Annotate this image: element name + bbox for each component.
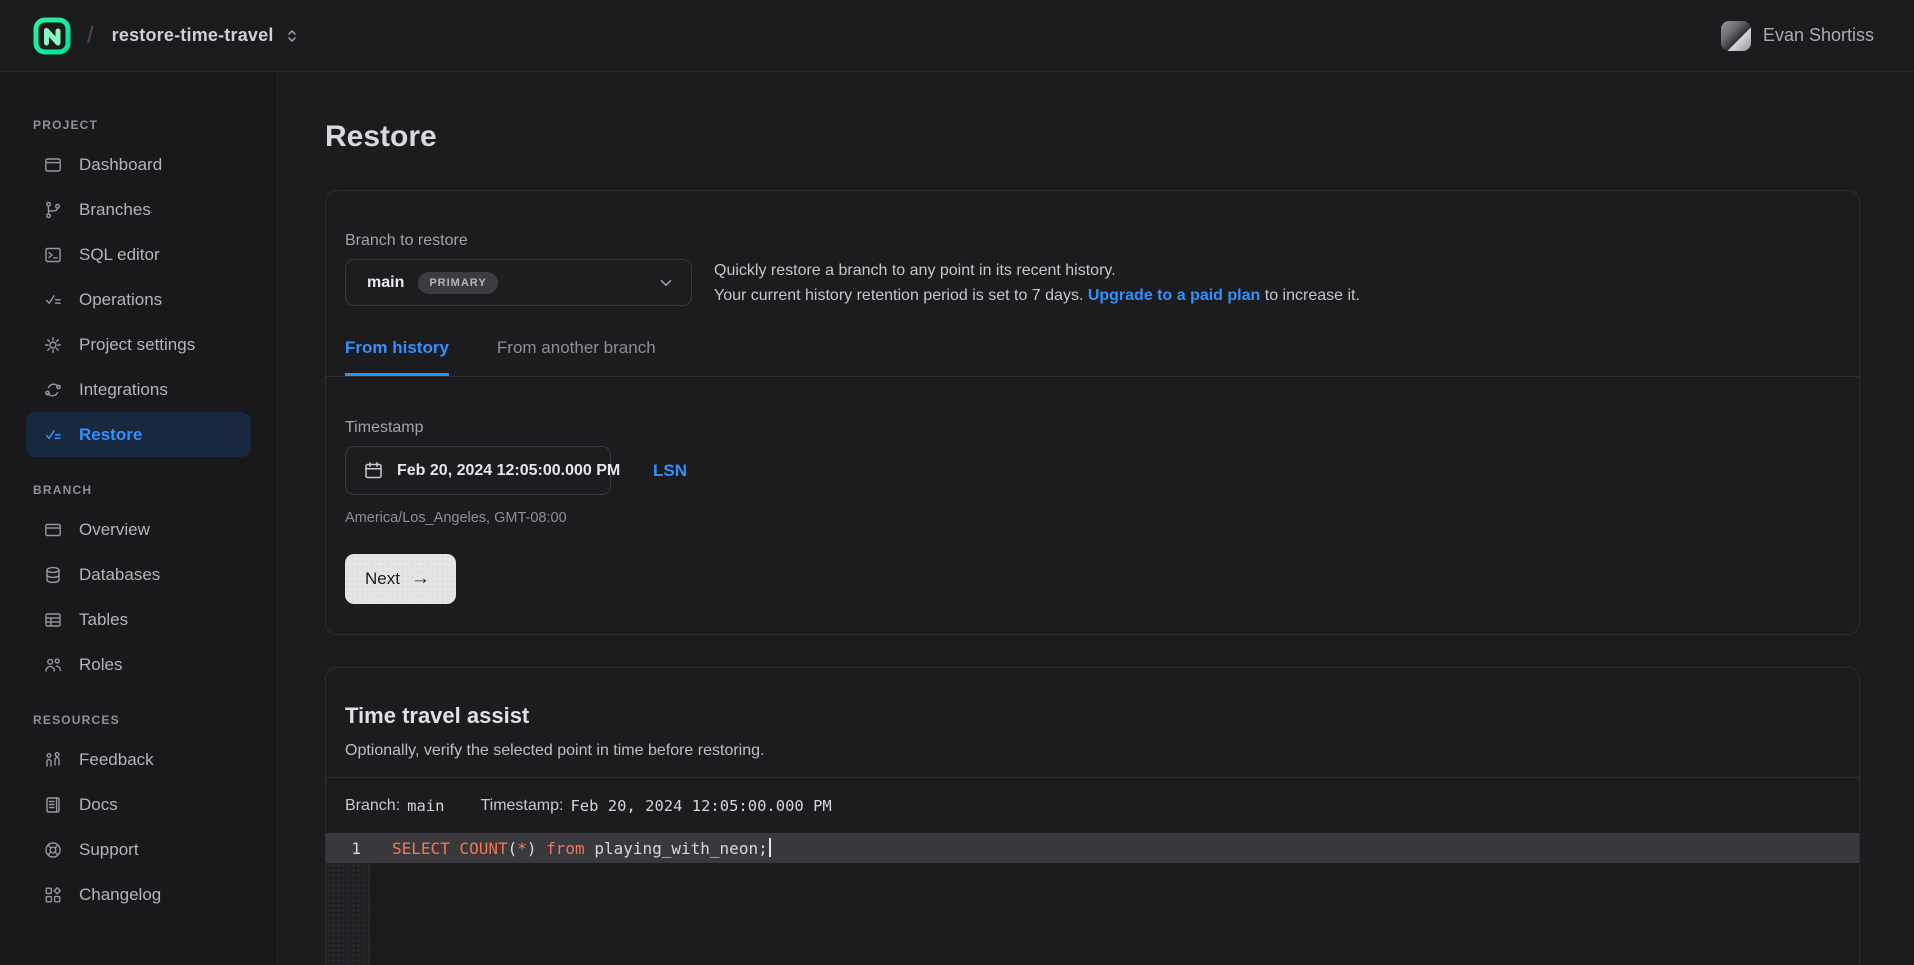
timezone-note: America/Los_Angeles, GMT-08:00 [345, 510, 1839, 526]
sql-query-editor[interactable]: 1 SELECT COUNT(*) from playing_with_neon… [326, 833, 1859, 965]
docs-icon [43, 795, 63, 815]
tab-from-another-branch[interactable]: From another branch [497, 338, 656, 376]
dashboard-icon [43, 155, 63, 175]
sidebar-item-feedback[interactable]: Feedback [26, 737, 251, 782]
timestamp-input[interactable]: Feb 20, 2024 12:05:00.000 PM [345, 446, 611, 495]
assist-timestamp-value: Feb 20, 2024 12:05:00.000 PM [570, 797, 831, 815]
sql-editor-icon [43, 245, 63, 265]
assist-branch-value: main [407, 797, 444, 815]
sidebar-section-resources: RESOURCES [33, 713, 277, 727]
description-line2-suffix: to increase it. [1260, 287, 1360, 304]
line-number: 1 [326, 839, 370, 858]
sidebar-item-integrations[interactable]: Integrations [26, 367, 251, 412]
sidebar-item-label: Databases [79, 565, 160, 585]
feedback-icon [43, 750, 63, 770]
operations-icon [43, 290, 63, 310]
timestamp-label: Timestamp [345, 419, 1839, 437]
primary-badge: PRIMARY [418, 272, 497, 294]
restore-tabs: From history From another branch [326, 338, 1859, 377]
gear-icon [43, 335, 63, 355]
sidebar-section-project: PROJECT [33, 118, 277, 132]
editor-empty-area[interactable] [326, 863, 1859, 965]
sidebar-item-changelog[interactable]: Changelog [26, 872, 251, 917]
sidebar-item-label: Overview [79, 520, 150, 540]
sidebar-item-project-settings[interactable]: Project settings [26, 322, 251, 367]
user-menu[interactable]: Evan Shortiss [1721, 21, 1874, 51]
sidebar-item-restore[interactable]: Restore [26, 412, 251, 457]
sidebar-item-label: SQL editor [79, 245, 160, 265]
branch-to-restore-label: Branch to restore [345, 232, 692, 250]
branch-select[interactable]: main PRIMARY [345, 259, 692, 306]
sidebar-section-branch: BRANCH [33, 483, 277, 497]
table-icon [43, 610, 63, 630]
restore-description: Quickly restore a branch to any point in… [714, 258, 1360, 308]
sidebar-item-sql-editor[interactable]: SQL editor [26, 232, 251, 277]
project-switcher-icon[interactable] [284, 26, 300, 46]
sidebar-item-label: Tables [79, 610, 128, 630]
restore-card: Branch to restore main PRIMARY Quickly r… [325, 190, 1860, 635]
sidebar-item-label: Operations [79, 290, 162, 310]
next-button-label: Next [365, 569, 400, 589]
chevron-down-icon [657, 274, 675, 292]
description-line2: Your current history retention period is… [714, 283, 1360, 308]
calendar-icon [363, 460, 384, 481]
timestamp-value: Feb 20, 2024 12:05:00.000 PM [397, 462, 620, 480]
sidebar-item-support[interactable]: Support [26, 827, 251, 872]
text-cursor [769, 838, 771, 857]
sidebar-item-label: Roles [79, 655, 122, 675]
branch-select-value: main [367, 274, 404, 292]
avatar [1721, 21, 1751, 51]
lsn-link[interactable]: LSN [653, 461, 687, 481]
editor-gutter [326, 863, 370, 965]
sidebar-item-label: Restore [79, 425, 142, 445]
topbar: / restore-time-travel Evan Shortiss [0, 0, 1914, 72]
sidebar-item-tables[interactable]: Tables [26, 597, 251, 642]
sidebar-item-dashboard[interactable]: Dashboard [26, 142, 251, 187]
overview-icon [43, 520, 63, 540]
sidebar-item-label: Project settings [79, 335, 195, 355]
assist-branch-info: Branch: main Timestamp: Feb 20, 2024 12:… [326, 778, 1859, 833]
next-button[interactable]: Next → [345, 554, 456, 604]
support-icon [43, 840, 63, 860]
sidebar-item-label: Integrations [79, 380, 168, 400]
database-icon [43, 565, 63, 585]
editor-active-line[interactable]: 1 SELECT COUNT(*) from playing_with_neon… [326, 833, 1859, 863]
tab-from-history[interactable]: From history [345, 338, 449, 376]
branches-icon [43, 200, 63, 220]
sidebar-item-branches[interactable]: Branches [26, 187, 251, 232]
sidebar-item-label: Docs [79, 795, 118, 815]
sql-code-line: SELECT COUNT(*) from playing_with_neon; [370, 838, 771, 858]
sidebar-item-roles[interactable]: Roles [26, 642, 251, 687]
breadcrumb-divider: / [87, 22, 94, 50]
assist-subtitle: Optionally, verify the selected point in… [345, 742, 1839, 760]
project-name[interactable]: restore-time-travel [112, 25, 274, 46]
sidebar-item-label: Support [79, 840, 139, 860]
integrations-icon [43, 380, 63, 400]
restore-icon [43, 425, 63, 445]
main-content: Restore Branch to restore main PRIMARY Q… [278, 72, 1914, 965]
sidebar-item-label: Changelog [79, 885, 161, 905]
description-line1: Quickly restore a branch to any point in… [714, 258, 1360, 283]
page-title: Restore [325, 120, 1860, 154]
description-line2-prefix: Your current history retention period is… [714, 287, 1088, 304]
assist-timestamp-label: Timestamp: [480, 797, 563, 815]
arrow-right-icon: → [411, 568, 430, 590]
sidebar-item-operations[interactable]: Operations [26, 277, 251, 322]
sidebar-item-label: Branches [79, 200, 151, 220]
sidebar-item-docs[interactable]: Docs [26, 782, 251, 827]
assist-branch-label: Branch: [345, 797, 400, 815]
changelog-icon [43, 885, 63, 905]
upgrade-plan-link[interactable]: Upgrade to a paid plan [1088, 287, 1260, 304]
neon-logo-icon[interactable] [33, 17, 71, 55]
sidebar-item-label: Feedback [79, 750, 154, 770]
sidebar-item-label: Dashboard [79, 155, 162, 175]
branch-select-group: Branch to restore main PRIMARY [345, 232, 692, 308]
sidebar-item-databases[interactable]: Databases [26, 552, 251, 597]
roles-icon [43, 655, 63, 675]
sidebar-item-overview[interactable]: Overview [26, 507, 251, 552]
assist-title: Time travel assist [345, 703, 1839, 729]
sidebar: PROJECT Dashboard Branches SQL editor Op… [0, 72, 278, 965]
time-travel-assist-card: Time travel assist Optionally, verify th… [325, 667, 1860, 965]
user-name: Evan Shortiss [1763, 25, 1874, 46]
